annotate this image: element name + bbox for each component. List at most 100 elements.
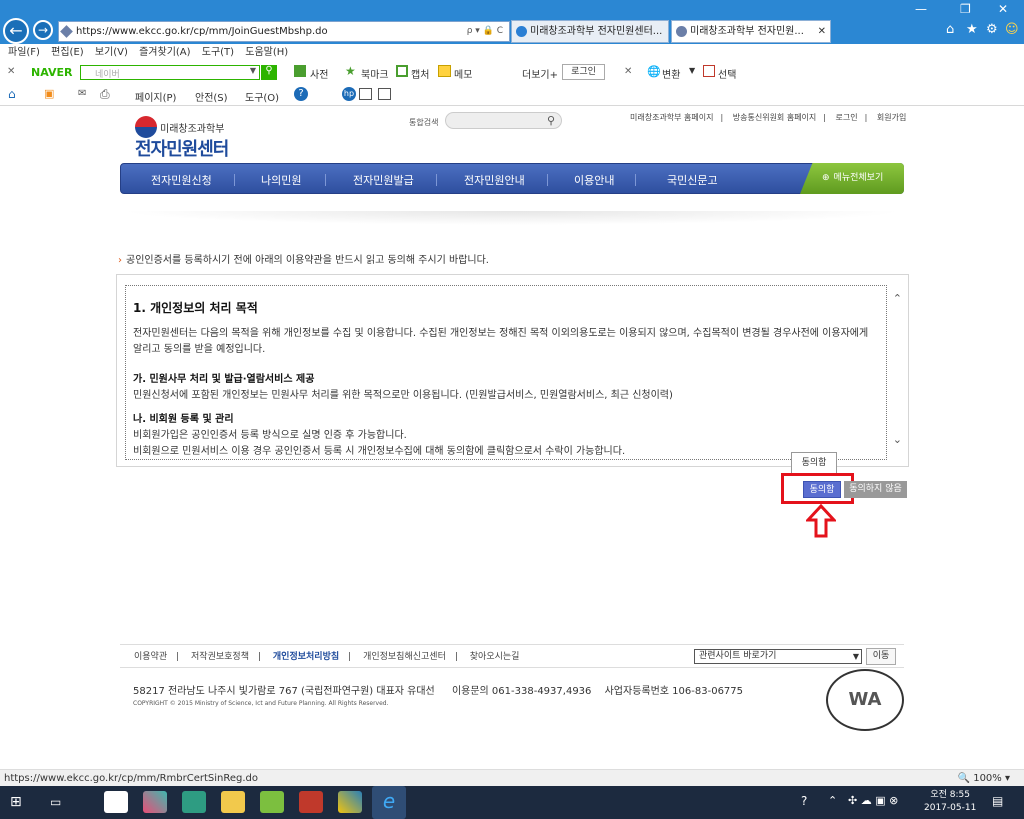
print-icon[interactable]: ⎙ [100,87,110,102]
app-icon[interactable] [260,791,284,813]
app-icon[interactable] [143,791,167,813]
page-menu[interactable]: 페이지(P) [135,89,176,104]
naver-login-button[interactable]: 로그인 [562,64,605,80]
disagree-button[interactable]: 동의하지 않음 [844,481,907,498]
minimize-icon[interactable]: — [915,2,927,16]
file-explorer-icon[interactable] [221,791,245,813]
up-arrow-annotation-icon [806,504,836,538]
notification-icon[interactable]: ▤ [992,794,1003,808]
scroll-down-icon[interactable]: ⌄ [893,433,902,446]
section-a-title: 가. 민원사무 처리 및 발급·열람서비스 제공 [133,374,315,385]
address-controls[interactable]: ρ ▾ 🔒 C [467,22,503,41]
gnb-epeople[interactable]: 국민신문고 [667,172,718,188]
chevron-down-icon[interactable]: ▼ [250,66,256,75]
more-button[interactable]: 더보기+ [522,66,558,81]
tool-icon[interactable] [359,88,372,100]
hp-icon[interactable]: hp [342,87,356,101]
home-icon[interactable]: ⌂ [946,22,954,37]
gnb-divider [234,174,235,186]
memo-icon [438,65,451,77]
read-mail-icon[interactable]: ✉ [78,88,86,99]
app-icon[interactable] [299,791,323,813]
app-icon[interactable] [182,791,206,813]
naver-search-input[interactable]: 네이버 ▼ [80,65,260,80]
bookmark-star-icon: ★ [345,64,356,78]
tools-menu[interactable]: 도구(O) [245,89,279,104]
footer-link-report[interactable]: 개인정보침해신고센터 [363,652,446,662]
search-icon[interactable]: ⚲ [547,114,555,127]
forward-arrow-icon[interactable]: → [33,20,53,40]
chevron-down-icon[interactable]: ▼ [689,66,695,75]
gnb-apply[interactable]: 전자민원신청 [151,172,212,188]
help-circle-icon[interactable]: ? [801,794,807,808]
gnb-usage[interactable]: 이용안내 [574,172,614,188]
window-close-icon[interactable]: ✕ [998,2,1008,16]
footer-link-directions[interactable]: 찾아오시는길 [470,652,520,662]
menu-help[interactable]: 도움말(H) [245,47,288,58]
tray-icons[interactable]: ✣ ☁ ▣ ⊗ [848,794,898,807]
address-url: https://www.ekcc.go.kr/cp/mm/JoinGuestMb… [76,26,328,37]
capture-button[interactable]: 캡처 [411,66,429,81]
web-page: 미래창조과학부 전자민원센터 통합검색 ⚲ 미래창조과학부 홈페이지 | 방송통신… [0,106,1024,769]
related-sites-select[interactable]: 관련사이트 바로가기 ▼ [694,649,862,664]
go-button[interactable]: 이동 [866,648,896,665]
link-signup[interactable]: 회원가입 [877,113,906,122]
terms-scroll-area[interactable]: 1. 개인정보의 처리 목적 전자민원센터는 다음의 목적을 위해 개인정보를 … [125,285,887,460]
footer-link-copyright[interactable]: 저작권보호정책 [191,652,249,662]
home-icon[interactable]: ⌂ [8,87,16,101]
tab-1[interactable]: 미래창조과학부 전자민원센터... [511,20,669,43]
footer-link-privacy[interactable]: 개인정보처리방침 [273,652,339,662]
select-button[interactable]: 선택 [718,66,736,81]
menu-file[interactable]: 파일(F) [8,47,40,58]
footer-biz-no: 사업자등록번호 106-83-06775 [604,686,744,697]
internet-explorer-icon[interactable]: e [372,786,406,819]
tab-2[interactable]: 미래창조과학부 전자민원... ✕ [671,20,831,43]
taskbar-clock[interactable]: 오전 8:55 2017-05-11 [924,789,976,815]
naver-search-icon[interactable]: ⚲ [261,65,277,80]
all-menu-button[interactable]: ⊕ 메뉴전체보기 [800,163,904,194]
settings-gear-icon[interactable]: ⚙ [986,22,998,37]
windows-start-icon[interactable]: ⊞ [10,794,22,810]
footer-contact: 이용문의 061-338-4937,4936 [451,686,592,697]
safety-menu[interactable]: 안전(S) [195,89,228,104]
gnb-guide[interactable]: 전자민원안내 [464,172,525,188]
rss-feed-icon[interactable]: ▣ [44,87,54,100]
zoom-level[interactable]: 🔍 100% ▾ [958,770,1010,787]
command-bar: ⌂ ▣ ✉ ⎙ 페이지(P) 안전(S) 도구(O) ? hp [0,84,1024,106]
gnb-issue[interactable]: 전자민원발급 [353,172,414,188]
dictionary-button[interactable]: 사전 [310,66,328,81]
site-search-input[interactable]: ⚲ [445,112,562,129]
task-view-icon[interactable]: ▭ [50,795,61,809]
close-tab-icon[interactable]: ✕ [818,21,826,42]
menu-tools[interactable]: 도구(T) [202,47,234,58]
link-msip-home[interactable]: 미래창조과학부 홈페이지 [630,113,714,122]
close-naver-icon[interactable]: ✕ [624,66,632,77]
restore-icon[interactable]: ❐ [960,2,971,16]
capture-tool-icon[interactable] [378,88,391,100]
translate-button[interactable]: 변환 [662,66,680,81]
agree-button[interactable]: 동의함 [803,481,841,498]
footer-link-terms[interactable]: 이용약관 [134,652,167,662]
chevron-up-icon[interactable]: ⌃ [828,794,837,807]
link-login[interactable]: 로그인 [836,113,858,122]
smiley-feedback-icon[interactable]: ☺ [1005,22,1019,37]
help-icon[interactable]: ? [294,87,308,101]
memo-button[interactable]: 메모 [454,66,472,81]
menu-favorites[interactable]: 즐겨찾기(A) [139,47,190,58]
menu-view[interactable]: 보기(V) [95,47,128,58]
menu-edit[interactable]: 편집(E) [51,47,84,58]
favorites-star-icon[interactable]: ★ [966,22,978,37]
gnb-my[interactable]: 나의민원 [261,172,301,188]
ie-tab-icon [516,26,527,37]
app-icon[interactable] [338,791,362,813]
close-toolbar-icon[interactable]: ✕ [7,66,15,77]
section-b-body-2: 비회원으로 민원서비스 이용 경우 공인인증서 등록 시 개인정보수집에 대해 … [133,446,626,457]
site-logo[interactable]: 전자민원센터 [135,135,229,161]
store-icon[interactable] [104,791,128,813]
link-kcc-home[interactable]: 방송통신위원회 홈페이지 [733,113,817,122]
back-arrow-icon[interactable]: ← [3,18,29,44]
bookmark-button[interactable]: 북마크 [361,66,389,81]
address-bar[interactable]: https://www.ekcc.go.kr/cp/mm/JoinGuestMb… [58,21,510,42]
scroll-up-icon[interactable]: ⌃ [893,292,902,305]
gnb-divider [325,174,326,186]
